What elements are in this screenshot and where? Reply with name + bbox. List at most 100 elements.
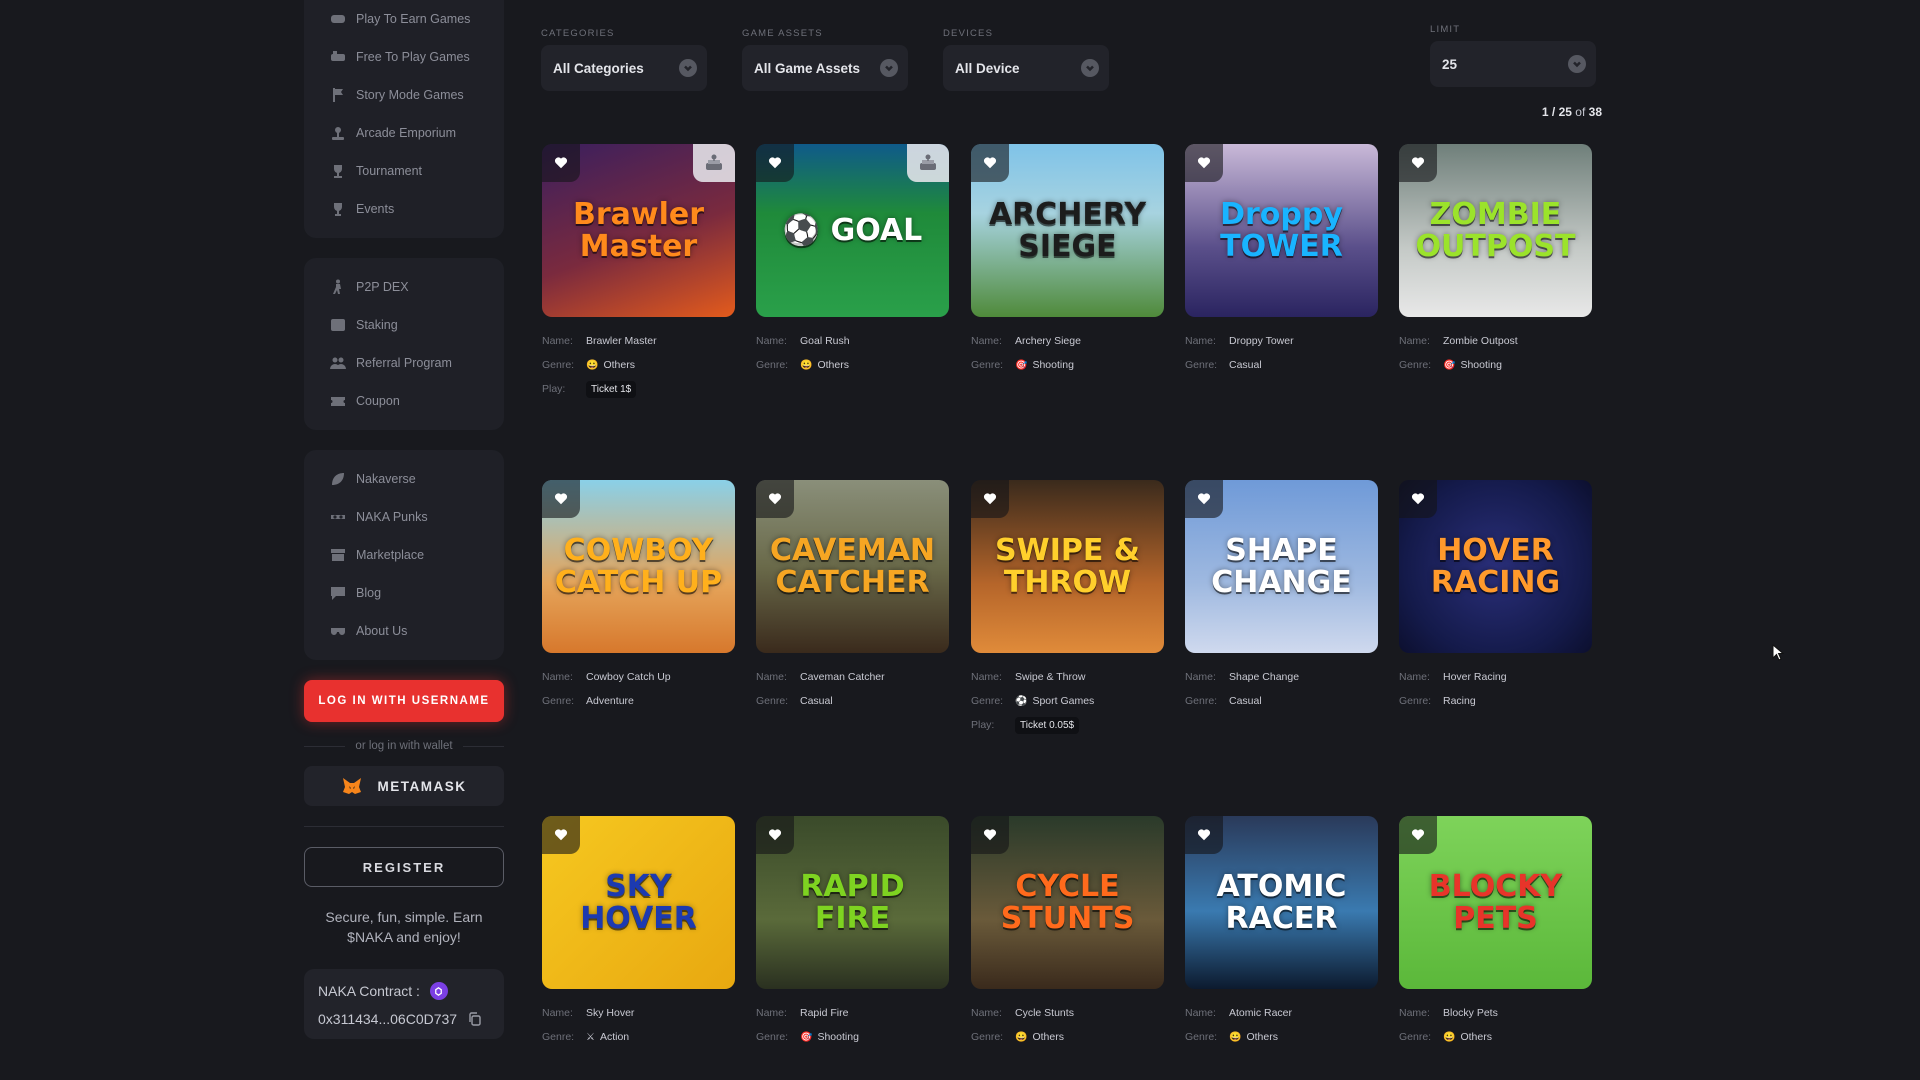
favorite-button[interactable] (971, 480, 1009, 518)
game-thumbnail-title: SWIPE & THROW (995, 532, 1140, 600)
genre-label: Genre: (542, 1031, 575, 1043)
game-card[interactable]: Brawler Master Name: Brawler Master Genre: 😀… (542, 144, 735, 401)
sidebar-item-label: Tournament (356, 164, 423, 178)
game-thumbnail[interactable]: SKY HOVER (542, 816, 735, 989)
chevron-down-icon (679, 59, 697, 77)
game-thumbnail[interactable]: ATOMIC RACER (1185, 816, 1378, 989)
genre-icon: 😀 (800, 359, 813, 371)
game-thumbnail[interactable]: Brawler Master (542, 144, 735, 317)
game-card[interactable]: CAVEMAN CATCHER Name: Caveman Catcher Genre… (756, 480, 949, 713)
genre-label: Genre: (756, 1031, 789, 1043)
categories-label: CATEGORIES (541, 28, 615, 39)
game-card[interactable]: CYCLE STUNTS Name: Cycle Stunts Genre: 😀 Othe… (971, 816, 1164, 1049)
favorite-button[interactable] (1399, 480, 1437, 518)
metamask-button[interactable]: METAMASK (304, 766, 504, 806)
game-thumbnail[interactable]: ARCHERY SIEGE (971, 144, 1164, 317)
favorite-button[interactable] (1185, 144, 1223, 182)
genre-icon: 😀 (1015, 1031, 1028, 1043)
game-thumbnail[interactable]: COWBOY CATCH UP (542, 480, 735, 653)
sidebar-item-coupon[interactable]: Coupon (304, 382, 504, 420)
sidebar-item-arcade-emporium[interactable]: Arcade Emporium (304, 114, 504, 152)
sidebar-item-label: Referral Program (356, 356, 452, 370)
favorite-button[interactable] (971, 144, 1009, 182)
game-name: Cowboy Catch Up (586, 671, 671, 683)
favorite-button[interactable] (971, 816, 1009, 854)
sidebar-item-free-to-play-games[interactable]: Free To Play Games (304, 38, 504, 76)
game-thumbnail[interactable]: SWIPE & THROW (971, 480, 1164, 653)
name-label: Name: (971, 1007, 1002, 1019)
sidebar-item-blog[interactable]: Blog (304, 574, 504, 612)
sidebar-item-staking[interactable]: Staking (304, 306, 504, 344)
game-card[interactable]: SWIPE & THROW Name: Swipe & Throw Genre: ⚽ Sp… (971, 480, 1164, 737)
game-thumbnail[interactable]: ZOMBIE OUTPOST (1399, 144, 1592, 317)
contract-address: 0x311434...06C0D737 (318, 1011, 458, 1027)
favorite-button[interactable] (1399, 144, 1437, 182)
favorite-button[interactable] (756, 480, 794, 518)
game-card[interactable]: HOVER RACING Name: Hover Racing Genre: Racin… (1399, 480, 1592, 713)
sidebar-item-events[interactable]: Events (304, 190, 504, 228)
favorite-button[interactable] (1185, 480, 1223, 518)
genre-text: Casual (1229, 695, 1262, 707)
sidebar-item-label: Events (356, 202, 395, 216)
game-thumbnail[interactable]: SHAPE CHANGE (1185, 480, 1378, 653)
favorite-button[interactable] (756, 816, 794, 854)
sidebar-item-label: About Us (356, 624, 408, 638)
game-card[interactable]: ARCHERY SIEGE Name: Archery Siege Genre: 🎯 Sh… (971, 144, 1164, 377)
sidebar-item-story-mode-games[interactable]: Story Mode Games (304, 76, 504, 114)
genre-label: Genre: (1399, 695, 1432, 707)
game-thumbnail[interactable]: HOVER RACING (1399, 480, 1592, 653)
arcade-machine-badge (907, 144, 949, 182)
sidebar-item-naka-punks[interactable]: NAKA Punks (304, 498, 504, 536)
sidebar-item-referral-program[interactable]: Referral Program (304, 344, 504, 382)
favorite-button[interactable] (756, 144, 794, 182)
copy-icon[interactable] (467, 1011, 483, 1027)
limit-select[interactable]: 25 (1430, 41, 1596, 87)
game-thumbnail[interactable]: CAVEMAN CATCHER (756, 480, 949, 653)
login-with-username-button[interactable]: LOG IN WITH USERNAME (304, 680, 504, 722)
game-name: Shape Change (1229, 671, 1300, 683)
name-label: Name: (542, 335, 573, 347)
game-card[interactable]: Droppy TOWER Name: Droppy Tower Genre: Casua… (1185, 144, 1378, 377)
favorite-button[interactable] (542, 816, 580, 854)
favorite-button[interactable] (542, 144, 580, 182)
heart-icon (1411, 157, 1425, 169)
game-card[interactable]: ⚽ GOAL Name: Goal Rush Genre: 😀 Others (756, 144, 949, 377)
sidebar-item-play-to-earn-games[interactable]: Play To Earn Games (304, 0, 504, 38)
game-assets-select[interactable]: All Game Assets (742, 45, 908, 91)
sidebar-item-p2p-dex[interactable]: P2P DEX (304, 268, 504, 306)
polygon-chain-icon[interactable] (429, 982, 448, 1000)
name-label: Name: (1399, 335, 1430, 347)
game-genre: 😀 Others (1443, 1031, 1492, 1043)
favorite-button[interactable] (1399, 816, 1437, 854)
game-card[interactable]: BLOCKY PETS Name: Blocky Pets Genre: 😀 Others (1399, 816, 1592, 1049)
register-button[interactable]: REGISTER (304, 847, 504, 887)
game-card[interactable]: SKY HOVER Name: Sky Hover Genre: ⚔ Action (542, 816, 735, 1049)
game-card[interactable]: ZOMBIE OUTPOST Name: Zombie Outpost Genre: 🎯… (1399, 144, 1592, 377)
sidebar-item-nakaverse[interactable]: Nakaverse (304, 460, 504, 498)
heart-icon (1197, 157, 1211, 169)
heart-icon (983, 157, 997, 169)
game-thumbnail[interactable]: CYCLE STUNTS (971, 816, 1164, 989)
genre-icon: 🎯 (1443, 359, 1456, 371)
game-info: Name: Droppy Tower Genre: Casual (1185, 329, 1378, 377)
game-card[interactable]: COWBOY CATCH UP Name: Cowboy Catch Up Genre… (542, 480, 735, 713)
nav-group-community: Nakaverse NAKA Punks Marketplace Blog About … (304, 450, 504, 660)
game-thumbnail-title: CYCLE STUNTS (1000, 868, 1135, 936)
game-thumbnail[interactable]: RAPID FIRE (756, 816, 949, 989)
game-card[interactable]: SHAPE CHANGE Name: Shape Change Genre: Casua… (1185, 480, 1378, 713)
game-thumbnail[interactable]: BLOCKY PETS (1399, 816, 1592, 989)
favorite-button[interactable] (542, 480, 580, 518)
game-card[interactable]: ATOMIC RACER Name: Atomic Racer Genre: 😀 Othe… (1185, 816, 1378, 1049)
limit-value: 25 (1442, 56, 1458, 72)
pagination-range: 1 / 25 (1541, 105, 1572, 119)
favorite-button[interactable] (1185, 816, 1223, 854)
categories-select[interactable]: All Categories (541, 45, 707, 91)
game-card[interactable]: RAPID FIRE Name: Rapid Fire Genre: 🎯 Shooting (756, 816, 949, 1049)
game-thumbnail[interactable]: Droppy TOWER (1185, 144, 1378, 317)
sidebar-item-about-us[interactable]: About Us (304, 612, 504, 650)
devices-select[interactable]: All Device (943, 45, 1109, 91)
sidebar-item-marketplace[interactable]: Marketplace (304, 536, 504, 574)
game-thumbnail[interactable]: ⚽ GOAL (756, 144, 949, 317)
sidebar-item-tournament[interactable]: Tournament (304, 152, 504, 190)
heart-icon (1411, 829, 1425, 841)
